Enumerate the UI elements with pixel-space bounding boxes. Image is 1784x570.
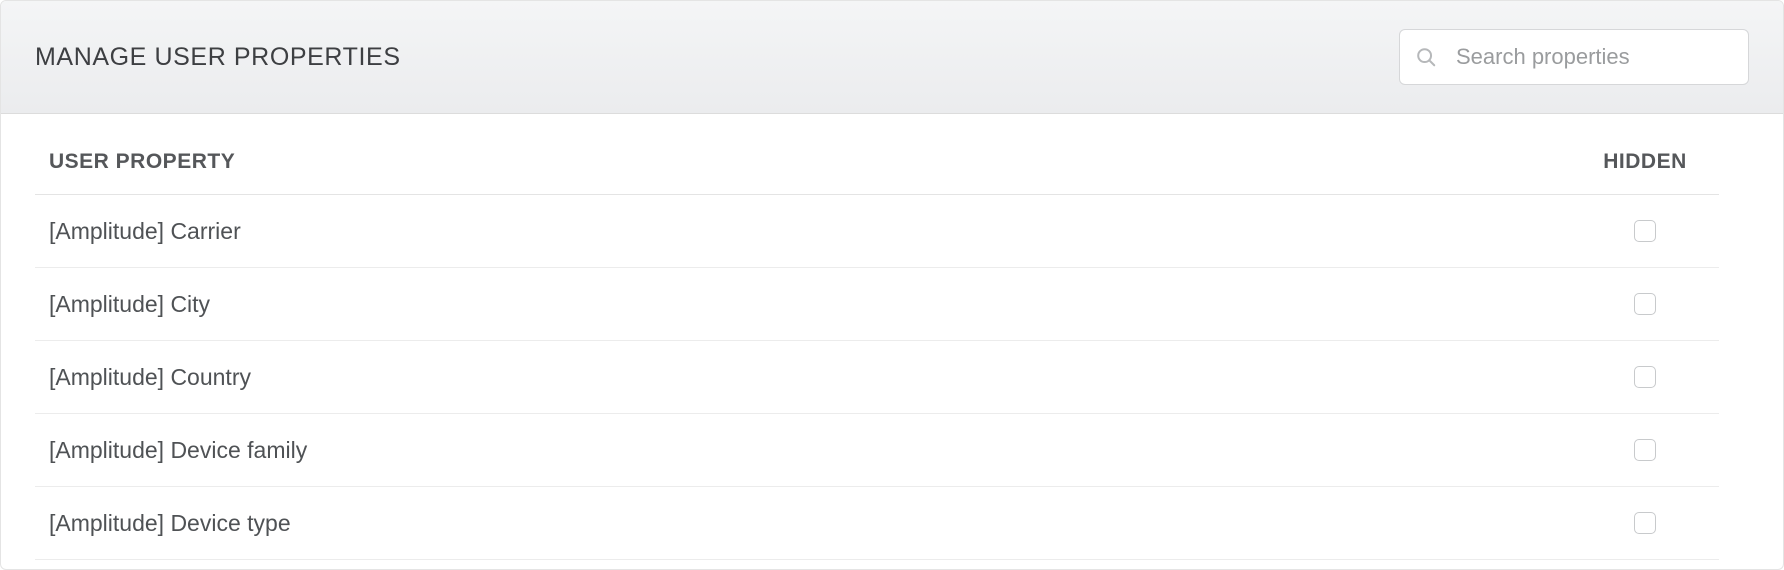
search-input[interactable] xyxy=(1399,29,1749,85)
panel-header: MANAGE USER PROPERTIES xyxy=(1,1,1783,114)
hidden-cell xyxy=(1585,366,1705,388)
hidden-checkbox[interactable] xyxy=(1634,512,1656,534)
hidden-cell xyxy=(1585,512,1705,534)
column-header-name: USER PROPERTY xyxy=(49,150,1585,174)
property-name: [Amplitude] Device family xyxy=(49,437,1585,464)
hidden-cell xyxy=(1585,439,1705,461)
search-container xyxy=(1399,29,1749,85)
property-name: [Amplitude] Country xyxy=(49,364,1585,391)
table-row: [Amplitude] Device type xyxy=(35,487,1719,560)
table-row: [Amplitude] Country xyxy=(35,341,1719,414)
table-row: [Amplitude] Carrier xyxy=(35,195,1719,268)
properties-table: USER PROPERTY HIDDEN [Amplitude] Carrier… xyxy=(1,114,1783,569)
table-header-row: USER PROPERTY HIDDEN xyxy=(35,150,1719,195)
hidden-cell xyxy=(1585,293,1705,315)
table-scroll[interactable]: USER PROPERTY HIDDEN [Amplitude] Carrier… xyxy=(35,150,1749,569)
property-name: [Amplitude] Carrier xyxy=(49,218,1585,245)
hidden-checkbox[interactable] xyxy=(1634,220,1656,242)
manage-user-properties-panel: MANAGE USER PROPERTIES USER PROPERTY HID… xyxy=(0,0,1784,570)
property-name: [Amplitude] Device type xyxy=(49,510,1585,537)
column-header-hidden: HIDDEN xyxy=(1585,150,1705,174)
table-row: [Amplitude] City xyxy=(35,268,1719,341)
hidden-cell xyxy=(1585,220,1705,242)
hidden-checkbox[interactable] xyxy=(1634,293,1656,315)
hidden-checkbox[interactable] xyxy=(1634,439,1656,461)
table-row: [Amplitude] Device family xyxy=(35,414,1719,487)
property-name: [Amplitude] City xyxy=(49,291,1585,318)
page-title: MANAGE USER PROPERTIES xyxy=(35,43,401,72)
hidden-checkbox[interactable] xyxy=(1634,366,1656,388)
